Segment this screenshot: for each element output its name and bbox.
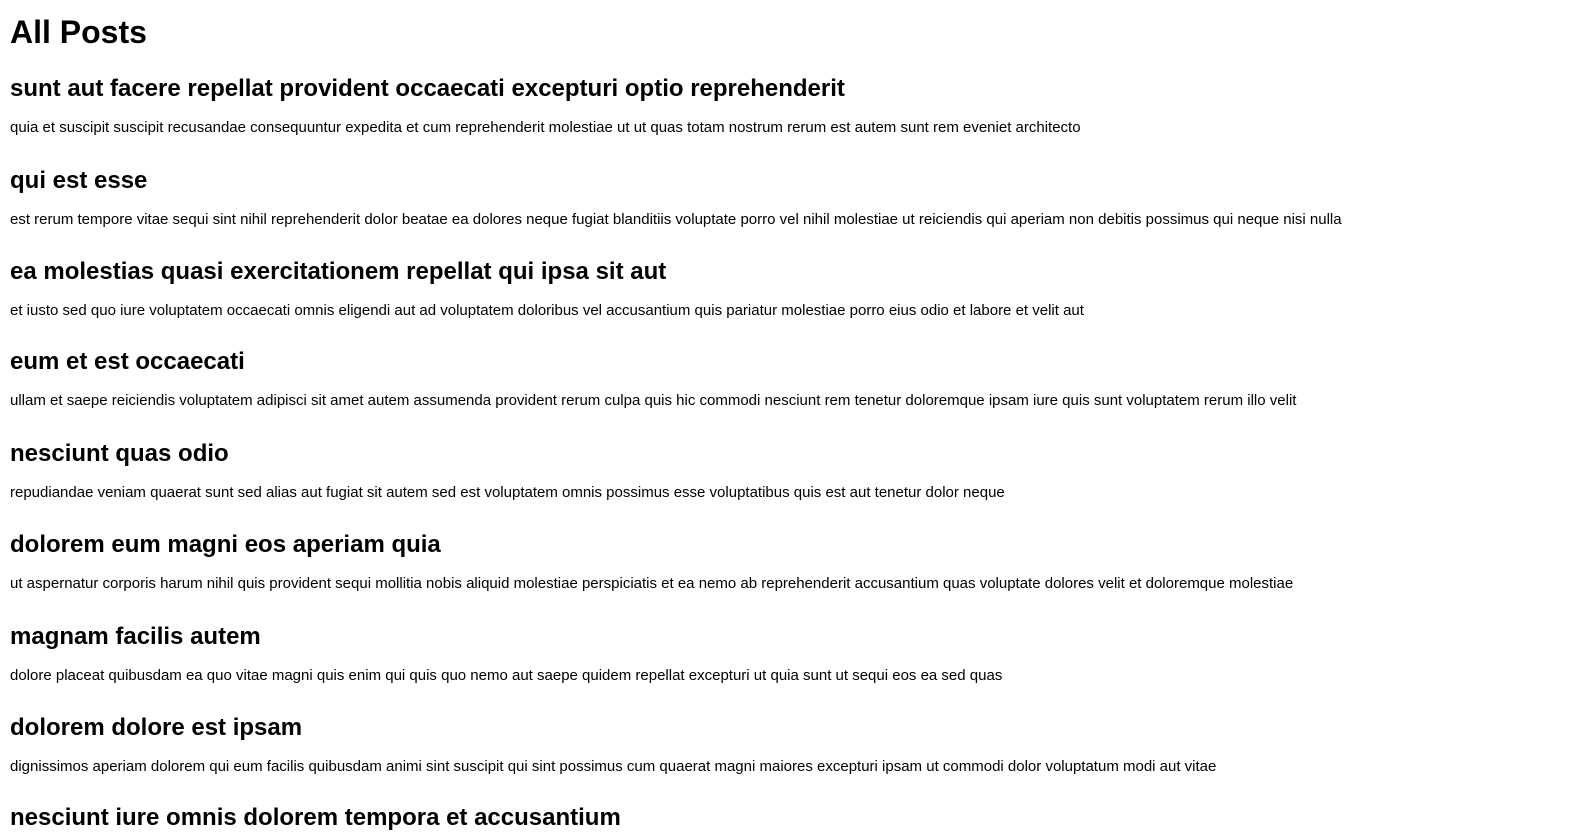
post-item: eum et est occaecati ullam et saepe reic…	[10, 347, 1570, 409]
post-item: dolorem eum magni eos aperiam quia ut as…	[10, 530, 1570, 592]
post-title: dolorem dolore est ipsam	[10, 714, 303, 741]
post-title: sunt aut facere repellat provident occae…	[10, 75, 845, 102]
post-title: nesciunt iure omnis dolorem tempora et a…	[10, 804, 621, 831]
post-body: dolore placeat quibusdam ea quo vitae ma…	[10, 667, 1003, 684]
post-body: dignissimos aperiam dolorem qui eum faci…	[10, 758, 1217, 775]
post-item: ea molestias quasi exercitationem repell…	[10, 257, 1570, 319]
post-body: ullam et saepe reiciendis voluptatem adi…	[10, 392, 1297, 409]
post-title: ea molestias quasi exercitationem repell…	[10, 258, 667, 285]
posts-page: All Posts sunt aut facere repellat provi…	[0, 0, 1596, 840]
post-title: dolorem eum magni eos aperiam quia	[10, 531, 441, 558]
post-title: magnam facilis autem	[10, 623, 261, 650]
post-body: repudiandae veniam quaerat sunt sed alia…	[10, 484, 1005, 501]
post-item: nesciunt iure omnis dolorem tempora et a…	[10, 803, 1570, 833]
post-title: qui est esse	[10, 167, 148, 194]
post-body: et iusto sed quo iure voluptatem occaeca…	[10, 302, 1084, 319]
page-title: All Posts	[10, 14, 147, 50]
post-item: nesciunt quas odio repudiandae veniam qu…	[10, 439, 1570, 501]
post-body: quia et suscipit suscipit recusandae con…	[10, 119, 1081, 136]
post-item: magnam facilis autem dolore placeat quib…	[10, 622, 1570, 684]
post-body: est rerum tempore vitae sequi sint nihil…	[10, 211, 1342, 228]
post-title: nesciunt quas odio	[10, 440, 229, 467]
post-item: qui est esse est rerum tempore vitae seq…	[10, 166, 1570, 228]
post-title: eum et est occaecati	[10, 348, 245, 375]
post-item: dolorem dolore est ipsam dignissimos ape…	[10, 713, 1570, 775]
post-item: sunt aut facere repellat provident occae…	[10, 74, 1570, 136]
post-body: ut aspernatur corporis harum nihil quis …	[10, 575, 1294, 592]
